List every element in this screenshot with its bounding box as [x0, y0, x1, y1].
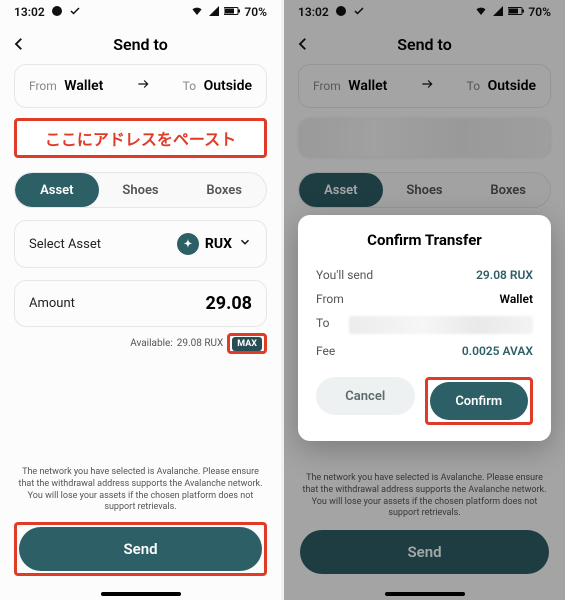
amount-label: Amount — [29, 296, 75, 311]
chevron-down-icon — [238, 235, 252, 253]
cancel-button[interactable]: Cancel — [316, 377, 415, 415]
from-value: Wallet — [64, 78, 103, 94]
page-title: Send to — [113, 35, 168, 54]
tab-shoes[interactable]: Shoes — [99, 173, 183, 207]
dialog-title: Confirm Transfer — [316, 231, 533, 249]
from-label: From — [29, 79, 57, 93]
network-warning: The network you have selected is Avalanc… — [14, 467, 267, 522]
dlg-fee-value: 0.0025 AVAX — [462, 344, 533, 358]
dlg-to-value-redacted — [349, 316, 533, 334]
max-button[interactable]: MAX — [232, 337, 262, 351]
asset-symbol: RUX — [205, 236, 232, 252]
left-screen: 13:02 70% Send to — [0, 0, 281, 600]
battery-pct: 70% — [244, 5, 267, 19]
amount-value: 29.08 — [205, 293, 252, 314]
available-value: 29.08 RUX — [177, 338, 224, 349]
youll-send-label: You'll send — [316, 268, 373, 282]
tab-boxes[interactable]: Boxes — [182, 173, 266, 207]
address-input[interactable]: ここにアドレスをペースト — [14, 118, 267, 158]
from-to-card[interactable]: From Wallet To Outside — [14, 64, 267, 108]
arrow-right-icon — [132, 77, 154, 95]
status-time: 13:02 — [14, 5, 45, 19]
available-prefix: Available: — [130, 338, 173, 349]
check-icon — [69, 5, 81, 20]
battery-icon — [224, 5, 240, 19]
dlg-fee-label: Fee — [316, 344, 335, 358]
select-asset-row[interactable]: Select Asset ✦ RUX — [14, 220, 267, 268]
to-label: To — [183, 79, 196, 93]
available-row: Available: 29.08 RUX MAX — [14, 333, 267, 354]
page-header: Send to — [0, 24, 281, 64]
to-value: Outside — [204, 78, 252, 94]
tab-asset[interactable]: Asset — [15, 173, 99, 207]
signal-icon — [208, 5, 220, 20]
asset-type-tabs: Asset Shoes Boxes — [14, 172, 267, 208]
wifi-icon — [190, 5, 204, 20]
right-screen: 13:02 70% Send to — [284, 0, 565, 600]
dlg-to-label: To — [316, 316, 329, 334]
amount-row[interactable]: Amount 29.08 — [14, 280, 267, 327]
youll-send-value: 29.08 RUX — [476, 268, 533, 282]
back-icon[interactable] — [10, 35, 28, 53]
paste-hint: ここにアドレスをペースト — [45, 126, 236, 150]
dlg-from-label: From — [316, 292, 344, 306]
rux-coin-icon: ✦ — [177, 233, 199, 255]
confirm-transfer-dialog: Confirm Transfer You'll send 29.08 RUX F… — [298, 215, 551, 441]
chat-icon — [51, 5, 63, 20]
send-button[interactable]: Send — [19, 527, 262, 571]
dlg-from-value: Wallet — [499, 292, 533, 306]
status-bar: 13:02 70% — [0, 0, 281, 24]
select-asset-label: Select Asset — [29, 237, 101, 252]
home-indicator — [101, 592, 181, 596]
confirm-button[interactable]: Confirm — [430, 382, 529, 420]
